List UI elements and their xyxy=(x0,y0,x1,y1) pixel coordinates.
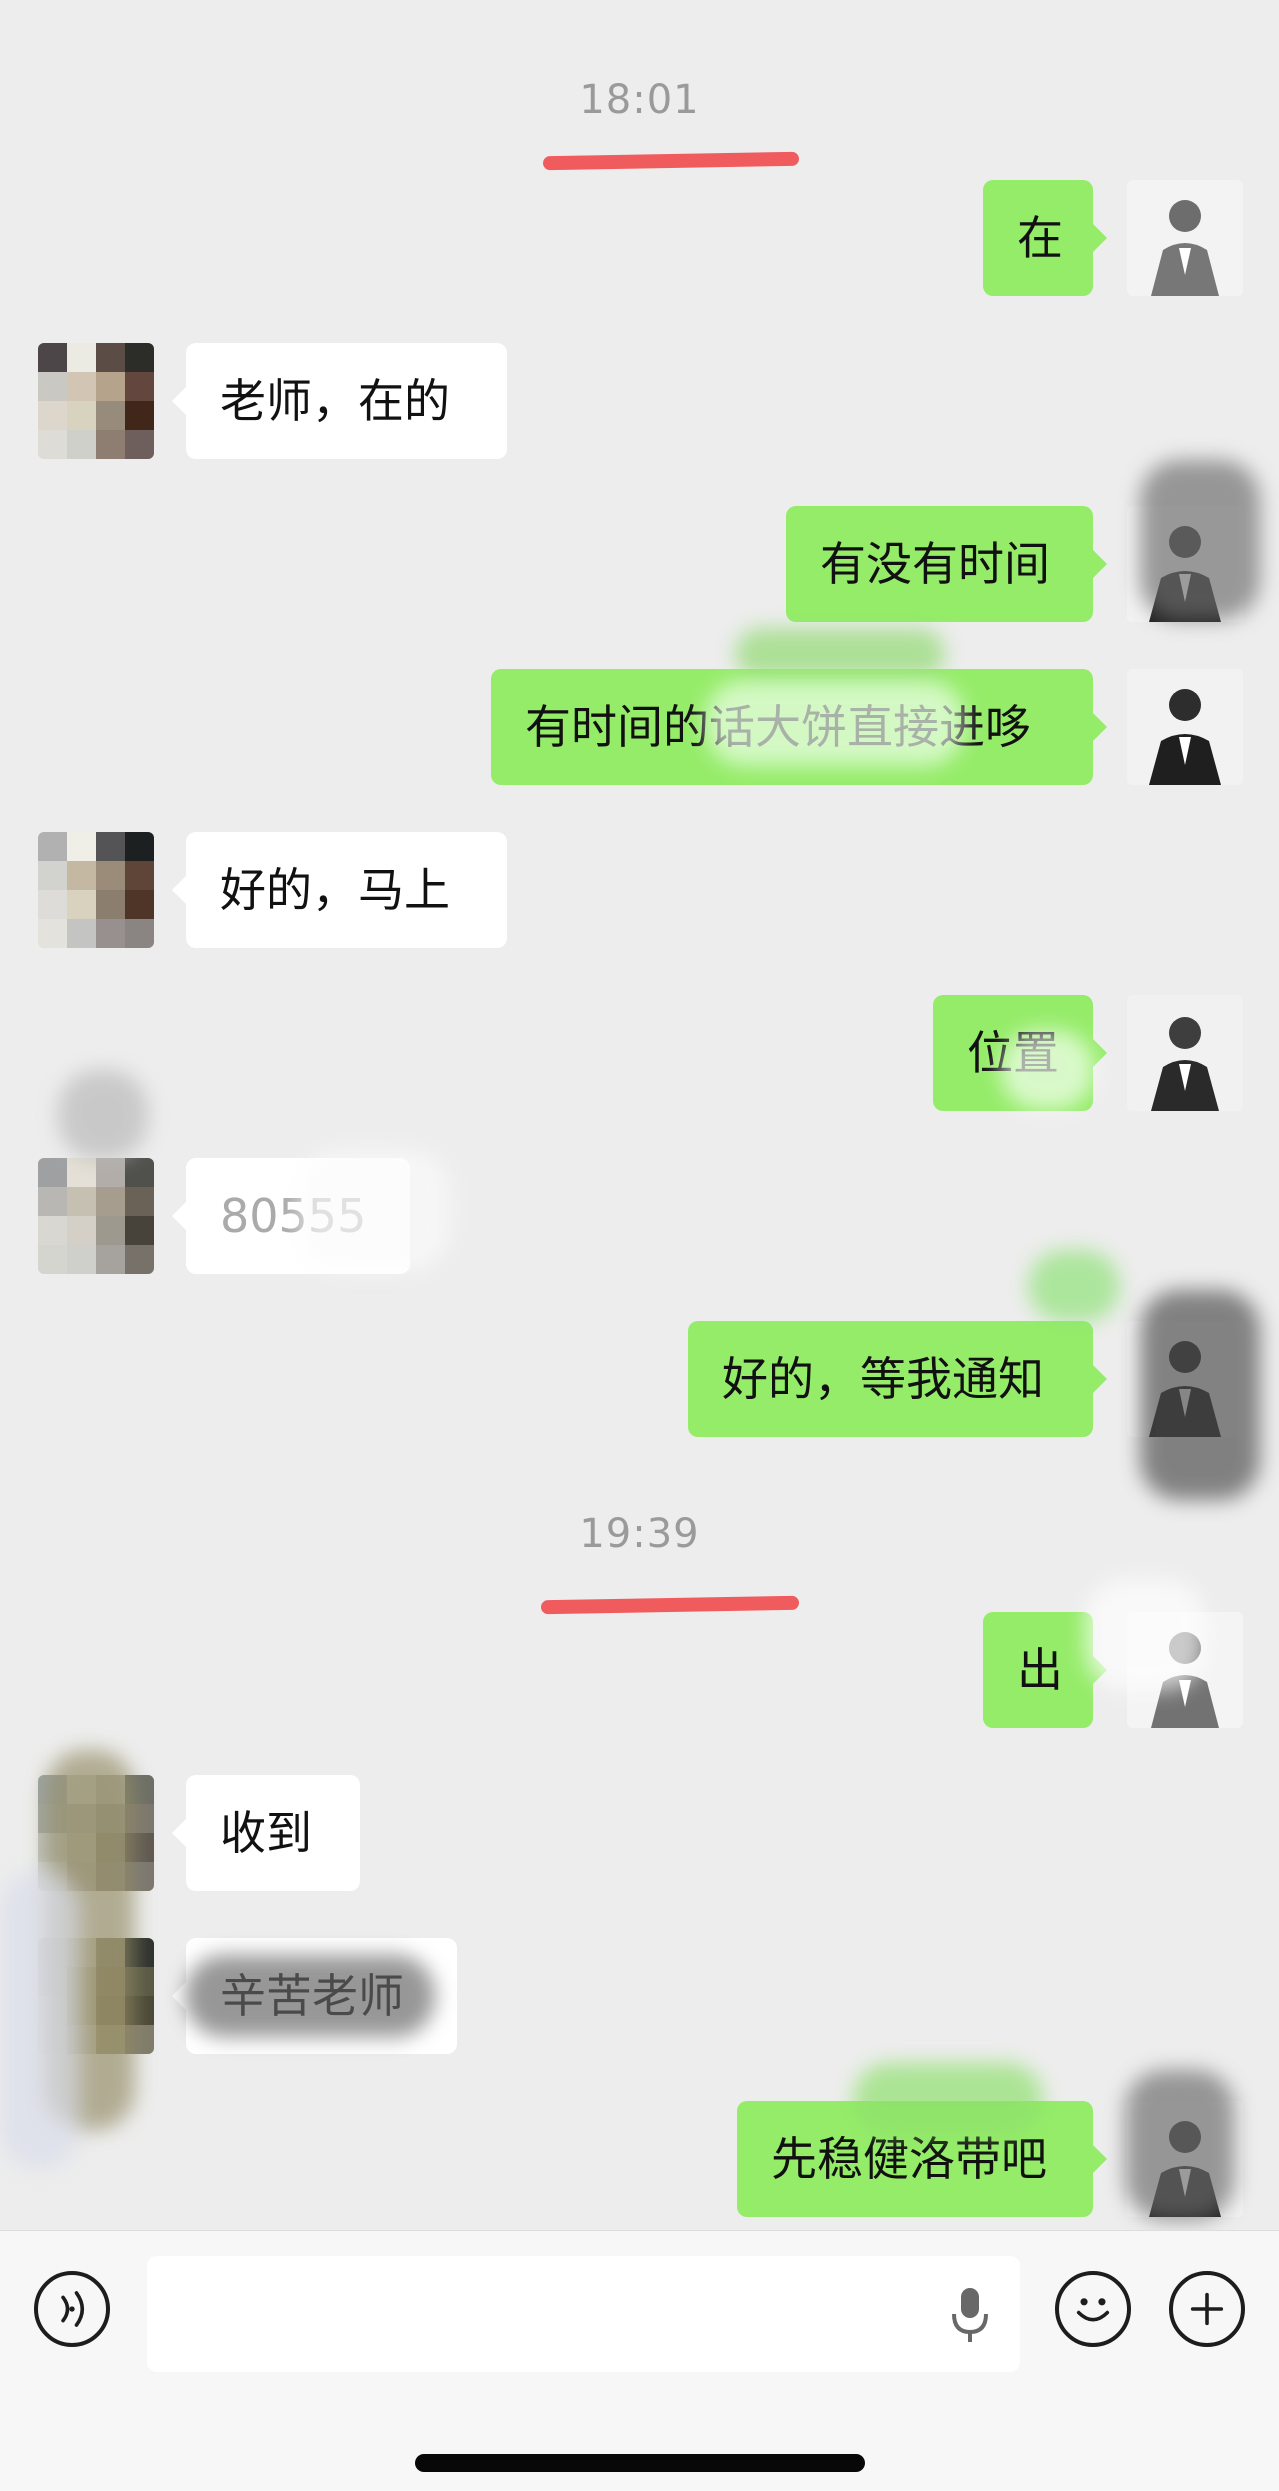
timestamp-underline xyxy=(542,151,800,171)
message-toolbar xyxy=(0,2230,1279,2491)
contact-avatar[interactable] xyxy=(38,832,154,948)
message-bubble[interactable]: 好的，等我通知 xyxy=(688,1321,1107,1437)
message-row: 好的，马上 xyxy=(0,832,1279,948)
voice-icon[interactable] xyxy=(34,2271,110,2347)
user-avatar[interactable] xyxy=(1127,1321,1243,1437)
message-bubble[interactable]: 在 xyxy=(983,180,1107,296)
emoji-icon[interactable] xyxy=(1055,2271,1131,2347)
message-input[interactable] xyxy=(147,2256,1020,2372)
message-row: 出 xyxy=(0,1612,1279,1728)
message-row: 老师，在的 xyxy=(0,343,1279,459)
message-row: 有没有时间 xyxy=(0,506,1279,622)
message-row: 80555 xyxy=(0,1158,1279,1274)
message-bubble[interactable]: 收到 xyxy=(172,1775,360,1891)
message-row: 辛苦老师 xyxy=(0,1938,1279,2054)
message-bubble[interactable]: 有没有时间 xyxy=(786,506,1107,622)
plus-icon[interactable] xyxy=(1169,2271,1245,2347)
message-bubble[interactable]: 辛苦老师 xyxy=(172,1938,457,2054)
user-avatar[interactable] xyxy=(1127,1612,1243,1728)
microphone-icon[interactable] xyxy=(950,2286,990,2344)
contact-avatar[interactable] xyxy=(38,1775,154,1891)
user-avatar[interactable] xyxy=(1127,669,1243,785)
home-indicator xyxy=(415,2454,865,2472)
message-row: 收到 xyxy=(0,1775,1279,1891)
message-bubble[interactable]: 80555 xyxy=(172,1158,410,1274)
contact-avatar[interactable] xyxy=(38,1938,154,2054)
message-bubble[interactable]: 出 xyxy=(983,1612,1107,1728)
message-row: 位置 xyxy=(0,995,1279,1111)
message-bubble[interactable]: 有时间的话大饼直接进哆 xyxy=(491,669,1107,785)
message-bubble[interactable]: 先稳健洛带吧 xyxy=(737,2101,1107,2217)
message-row: 有时间的话大饼直接进哆 xyxy=(0,669,1279,785)
contact-avatar[interactable] xyxy=(38,1158,154,1274)
message-row: 好的，等我通知 xyxy=(0,1321,1279,1437)
timestamp-1801: 18:01 xyxy=(579,77,700,123)
user-avatar[interactable] xyxy=(1127,995,1243,1111)
user-avatar[interactable] xyxy=(1127,2101,1243,2217)
contact-avatar[interactable] xyxy=(38,343,154,459)
message-bubble[interactable]: 老师，在的 xyxy=(172,343,507,459)
user-avatar[interactable] xyxy=(1127,506,1243,622)
message-bubble[interactable]: 位置 xyxy=(933,995,1107,1111)
user-avatar[interactable] xyxy=(1127,180,1243,296)
chat-area: 18:01 在 老师，在的 有没有时间 有时间的话大饼直接进哆 好的，马上 位置… xyxy=(0,0,1279,2230)
message-row: 先稳健洛带吧 xyxy=(0,2101,1279,2217)
message-row: 在 xyxy=(0,180,1279,296)
timestamp-1939: 19:39 xyxy=(579,1511,700,1557)
message-bubble[interactable]: 好的，马上 xyxy=(172,832,507,948)
